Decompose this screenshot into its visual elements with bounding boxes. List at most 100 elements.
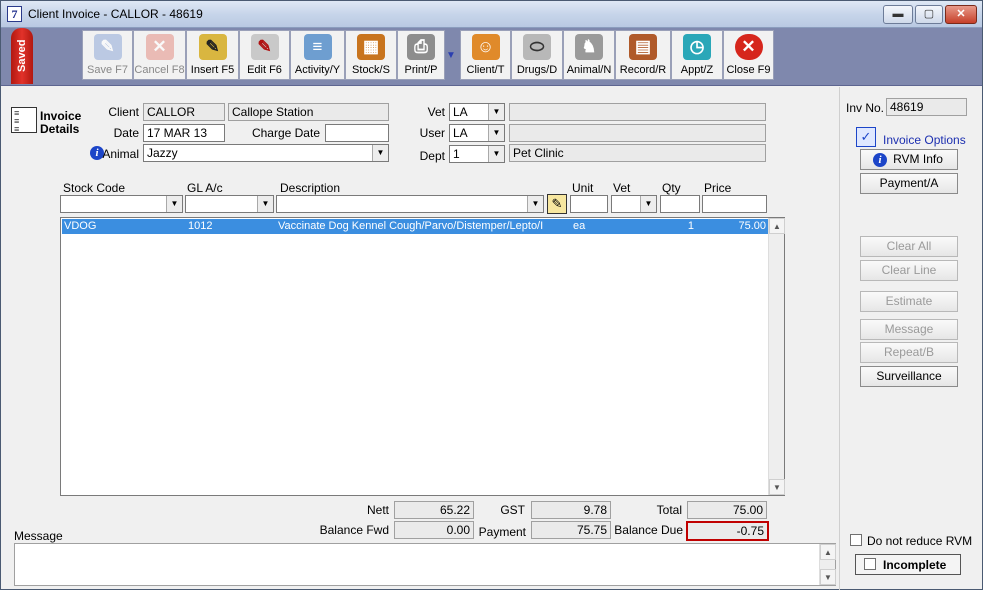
payment-button[interactable]: Payment/A — [860, 173, 958, 194]
description-input[interactable]: ▼ — [276, 195, 544, 213]
clear-line-button[interactable]: Clear Line — [860, 260, 958, 281]
chevron-down-icon[interactable]: ▼ — [640, 196, 656, 212]
message-scrollbar[interactable]: ▲ ▼ — [819, 544, 836, 585]
gl-input[interactable]: ▼ — [185, 195, 274, 213]
insert-pen-icon: ✎ — [198, 34, 227, 60]
vet-name-field — [509, 103, 766, 121]
scroll-up-icon[interactable]: ▲ — [769, 218, 785, 234]
chevron-down-icon[interactable]: ▼ — [372, 145, 388, 161]
invoice-lines-grid[interactable]: VDOG 1012 Vaccinate Dog Kennel Cough/Par… — [60, 217, 785, 496]
message-button[interactable]: Message — [860, 319, 958, 340]
inv-no-value: 48619 — [886, 98, 967, 116]
gst-value: 9.78 — [531, 501, 611, 519]
qty-header: Qty — [662, 181, 681, 195]
record-button[interactable]: ▤ Record/R — [615, 30, 671, 80]
invoice-options-check-icon[interactable]: ✓ — [856, 127, 876, 147]
close-window-button[interactable]: ✕ — [945, 5, 977, 24]
minimize-button[interactable]: ▬ — [883, 5, 913, 24]
clear-all-button[interactable]: Clear All — [860, 236, 958, 257]
unit-input[interactable] — [570, 195, 608, 213]
title-bar: 7 Client Invoice - CALLOR - 48619 ▬ ▢ ✕ — [1, 1, 982, 28]
payment-value: 75.75 — [531, 521, 611, 539]
close-circle-icon: ✕ — [734, 34, 763, 60]
gl-header: GL A/c — [187, 181, 223, 195]
invoice-options-link[interactable]: Invoice Options — [883, 133, 966, 147]
cancel-button[interactable]: ✕ Cancel F8 — [133, 30, 186, 80]
user-label: User — [419, 126, 445, 140]
message-textarea[interactable]: ▲ ▼ — [14, 543, 836, 586]
client-button[interactable]: ☺ Client/T — [460, 30, 511, 80]
row-gl: 1012 — [188, 220, 213, 232]
do-not-reduce-rvm-label: Do not reduce RVM — [867, 534, 973, 548]
stock-code-header: Stock Code — [63, 181, 126, 195]
activity-button[interactable]: ≡ Activity/Y — [290, 30, 345, 80]
drugs-button[interactable]: ⬭ Drugs/D — [511, 30, 563, 80]
scroll-down-icon[interactable]: ▼ — [769, 479, 785, 495]
price-header: Price — [704, 181, 732, 195]
description-header: Description — [280, 181, 341, 195]
vet-header: Vet — [613, 181, 631, 195]
stock-button[interactable]: ▦ Stock/S — [345, 30, 397, 80]
balance-fwd-label: Balance Fwd — [319, 523, 389, 537]
chevron-down-icon[interactable]: ▼ — [257, 196, 273, 212]
chevron-down-icon[interactable]: ▼ — [488, 125, 504, 141]
vet-label: Vet — [427, 105, 445, 119]
dept-select[interactable]: 1 ▼ — [449, 145, 505, 163]
edit-description-pencil-icon[interactable]: ✎ — [547, 194, 567, 214]
print-dropdown-arrow-icon[interactable]: ▼ — [446, 50, 456, 61]
total-label: Total — [656, 503, 682, 517]
appointment-button[interactable]: ◷ Appt/Z — [671, 30, 723, 80]
repeat-button[interactable]: Repeat/B — [860, 342, 958, 363]
edit-button[interactable]: ✎ Edit F6 — [239, 30, 290, 80]
charge-date-field[interactable] — [325, 124, 389, 142]
incomplete-label: Incomplete — [883, 558, 947, 572]
chevron-down-icon[interactable]: ▼ — [166, 196, 182, 212]
maximize-button[interactable]: ▢ — [915, 5, 943, 24]
print-button[interactable]: ⎙ Print/P — [397, 30, 445, 80]
balance-fwd-value: 0.00 — [394, 521, 474, 539]
scroll-up-icon[interactable]: ▲ — [820, 544, 836, 560]
estimate-button[interactable]: Estimate — [860, 291, 958, 312]
animal-select[interactable]: Jazzy ▼ — [143, 144, 389, 162]
gst-label: GST — [500, 503, 525, 517]
qty-input[interactable] — [660, 195, 700, 213]
do-not-reduce-rvm-checkbox[interactable] — [850, 534, 862, 546]
insert-button[interactable]: ✎ Insert F5 — [186, 30, 239, 80]
vet-line-input[interactable]: ▼ — [611, 195, 657, 213]
window-title: Client Invoice - CALLOR - 48619 — [28, 7, 203, 21]
stock-code-input[interactable]: ▼ — [60, 195, 183, 213]
printer-icon: ⎙ — [407, 34, 435, 60]
invoice-side-panel: Inv No. 48619 ✓ Invoice Options i RVM In… — [839, 87, 982, 590]
drugs-pill-icon: ⬭ — [523, 34, 551, 60]
animal-dog-icon: ♞ — [575, 34, 603, 60]
table-row[interactable]: VDOG 1012 Vaccinate Dog Kennel Cough/Par… — [62, 219, 768, 234]
invoice-document-icon: ≡ ≡ ≡ — [11, 107, 37, 135]
save-button[interactable]: ✎ Save F7 — [82, 30, 133, 80]
unit-header: Unit — [572, 181, 594, 195]
client-code-field[interactable]: CALLOR — [143, 103, 225, 121]
incomplete-checkbox[interactable] — [864, 558, 876, 570]
incomplete-toggle[interactable]: Incomplete — [855, 554, 961, 575]
invoice-details-heading-2: Details — [40, 122, 80, 136]
chevron-down-icon[interactable]: ▼ — [488, 104, 504, 120]
price-input[interactable] — [702, 195, 767, 213]
date-field[interactable]: 17 MAR 13 — [143, 124, 225, 142]
row-price: 75.00 — [738, 220, 766, 232]
user-value: LA — [453, 126, 468, 140]
vet-select[interactable]: LA ▼ — [449, 103, 505, 121]
dept-name-field: Pet Clinic — [509, 144, 766, 162]
close-button[interactable]: ✕ Close F9 — [723, 30, 774, 80]
chevron-down-icon[interactable]: ▼ — [488, 146, 504, 162]
chevron-down-icon[interactable]: ▼ — [527, 196, 543, 212]
user-name-field — [509, 124, 766, 142]
activity-scroll-icon: ≡ — [303, 34, 332, 60]
user-select[interactable]: LA ▼ — [449, 124, 505, 142]
dept-value: 1 — [453, 147, 460, 161]
scroll-down-icon[interactable]: ▼ — [820, 569, 836, 585]
animal-button[interactable]: ♞ Animal/N — [563, 30, 615, 80]
rvm-info-button[interactable]: i RVM Info — [860, 149, 958, 170]
surveillance-button[interactable]: Surveillance — [860, 366, 958, 387]
stock-box-icon: ▦ — [357, 34, 385, 60]
dept-label: Dept — [419, 149, 445, 163]
grid-scrollbar[interactable]: ▲ ▼ — [768, 218, 785, 495]
